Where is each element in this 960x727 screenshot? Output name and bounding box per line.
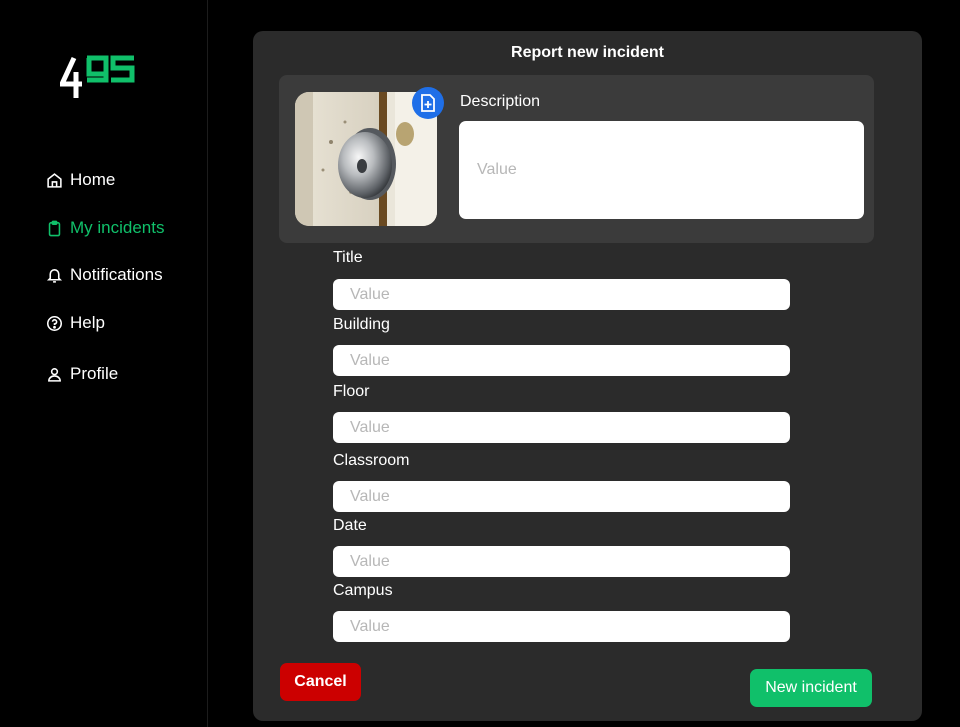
sidebar-item-label: Notifications — [70, 265, 163, 284]
media-description-panel: Description — [279, 75, 874, 243]
add-file-button[interactable] — [412, 87, 444, 119]
floor-label: Floor — [333, 383, 370, 400]
campus-label: Campus — [333, 582, 393, 599]
sidebar-item-label: My incidents — [70, 218, 165, 237]
date-label: Date — [333, 517, 367, 534]
sidebar-item-label: Home — [70, 170, 116, 189]
sidebar-item-my-incidents[interactable]: My incidents — [46, 218, 164, 238]
help-circle-icon — [46, 315, 63, 331]
classroom-input[interactable] — [333, 481, 790, 512]
report-incident-card: Report new incident Description Value Ti… — [253, 31, 922, 721]
sidebar-item-home[interactable]: Home — [46, 170, 115, 190]
description-label: Description — [460, 93, 541, 110]
sidebar: Home My incidents Notifications Help Pro… — [0, 0, 208, 727]
new-incident-button[interactable]: New incident — [750, 669, 872, 707]
app-logo[interactable] — [60, 50, 140, 106]
floor-input[interactable] — [333, 412, 790, 443]
bell-icon — [46, 268, 63, 283]
date-input[interactable] — [333, 546, 790, 577]
building-label: Building — [333, 316, 390, 333]
sidebar-item-help[interactable]: Help — [46, 313, 105, 333]
classroom-label: Classroom — [333, 452, 410, 469]
clipboard-icon — [48, 220, 61, 236]
campus-input[interactable] — [333, 611, 790, 642]
building-input[interactable] — [333, 345, 790, 376]
title-label: Title — [333, 249, 363, 266]
title-input[interactable] — [333, 279, 790, 310]
page-title: Report new incident — [511, 44, 664, 61]
sidebar-item-notifications[interactable]: Notifications — [46, 265, 163, 285]
description-input[interactable] — [459, 121, 864, 219]
cancel-button[interactable]: Cancel — [280, 663, 361, 701]
home-icon — [47, 172, 62, 188]
user-icon — [48, 367, 61, 382]
sidebar-item-label: Profile — [70, 364, 119, 383]
add-file-icon — [421, 94, 435, 112]
sidebar-item-profile[interactable]: Profile — [46, 364, 118, 384]
sidebar-item-label: Help — [70, 313, 105, 332]
